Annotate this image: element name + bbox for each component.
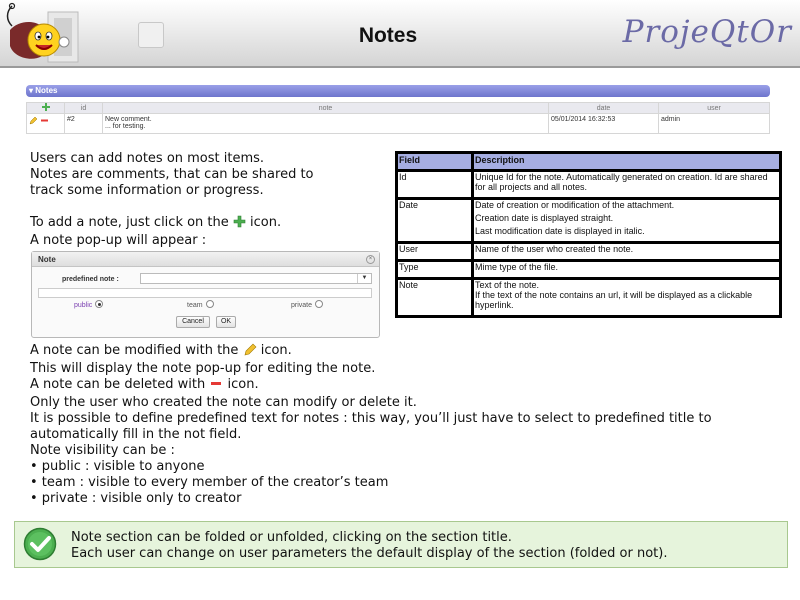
intro-text: Users can add notes on most items. Notes… bbox=[30, 151, 314, 249]
tip-line1: Note section can be folded or unfolded, … bbox=[71, 530, 512, 545]
field-name: Note bbox=[395, 277, 474, 318]
field-name: Type bbox=[395, 259, 474, 280]
add-instruction: To add a note, just click on the icon. bbox=[30, 215, 314, 233]
note-id: #2 bbox=[64, 113, 103, 134]
field-table-header: Field Description bbox=[395, 151, 782, 172]
tip-text: Note section can be folded or unfolded, … bbox=[71, 530, 667, 562]
edit-icon[interactable] bbox=[29, 116, 40, 127]
edit-icon bbox=[243, 343, 257, 361]
radio-private[interactable]: private bbox=[291, 300, 324, 309]
table-row: Id Unique Id for the note. Automatically… bbox=[395, 169, 782, 200]
note-text-field[interactable] bbox=[38, 288, 372, 298]
close-icon[interactable]: × bbox=[366, 255, 375, 264]
notes-table: id note date user #2 New comment. ... fo… bbox=[26, 102, 770, 134]
table-row: Note Text of the note. If the text of th… bbox=[395, 277, 782, 318]
note-text: New comment. ... for testing. bbox=[102, 113, 549, 134]
table-row: #2 New comment. ... for testing. 05/01/2… bbox=[26, 113, 770, 134]
predefined-note-select[interactable]: ▼ bbox=[140, 273, 372, 284]
field-name: Date bbox=[395, 197, 474, 244]
predefined-text-line2: automatically fill in the not field. bbox=[30, 427, 242, 442]
tip-box: Note section can be folded or unfolded, … bbox=[14, 521, 788, 568]
field-description: Unique Id for the note. Automatically ge… bbox=[471, 169, 782, 200]
predefined-note-label: predefined note : bbox=[62, 276, 119, 283]
ok-button[interactable]: OK bbox=[216, 316, 236, 328]
note-text-line1: New comment. bbox=[105, 116, 152, 123]
delete-instruction: A note can be deleted with icon. bbox=[30, 377, 712, 395]
delete-icon[interactable] bbox=[40, 119, 49, 127]
visibility-title: Note visibility can be : bbox=[30, 443, 175, 458]
visibility-public: • public : visible to anyone bbox=[30, 459, 205, 474]
table-row: Type Mime type of the file. bbox=[395, 259, 782, 280]
field-name: User bbox=[395, 241, 474, 262]
note-popup: Note × predefined note : ▼ public team p… bbox=[31, 251, 380, 338]
column-header-id: id bbox=[64, 102, 103, 114]
column-header-date: date bbox=[548, 102, 659, 114]
tip-line2: Each user can change on user parameters … bbox=[71, 546, 668, 561]
display-popup-text: This will display the note pop-up for ed… bbox=[30, 361, 376, 376]
popup-title: Note bbox=[32, 252, 379, 267]
visibility-private: • private : visible only to creator bbox=[30, 491, 242, 506]
intro-line2: Notes are comments, that can be shared t… bbox=[30, 167, 314, 182]
predefined-text-line1: It is possible to define predefined text… bbox=[30, 411, 712, 426]
field-description-table: Field Description Id Unique Id for the n… bbox=[395, 151, 782, 318]
notes-section-title[interactable]: ▾ Notes bbox=[26, 85, 770, 97]
table-row: Date Date of creation or modification of… bbox=[395, 197, 782, 244]
table-row: User Name of the user who created the no… bbox=[395, 241, 782, 262]
header-bar: Notes ProjeQtOr bbox=[0, 0, 800, 68]
chevron-down-icon[interactable]: ▼ bbox=[357, 274, 371, 283]
add-note-header bbox=[26, 102, 65, 114]
radio-team-button[interactable] bbox=[205, 300, 214, 308]
field-description: Mime type of the file. bbox=[471, 259, 782, 280]
checkmark-icon bbox=[23, 527, 57, 561]
note-user: admin bbox=[658, 113, 770, 134]
column-header-note: note bbox=[102, 102, 549, 114]
field-description: Date of creation or modification of the … bbox=[471, 197, 782, 244]
header-field: Field bbox=[395, 151, 474, 172]
add-icon[interactable] bbox=[41, 103, 50, 113]
field-name: Id bbox=[395, 169, 474, 200]
header-description: Description bbox=[471, 151, 782, 172]
body-text: A note can be modified with the icon. Th… bbox=[30, 343, 712, 507]
modify-instruction: A note can be modified with the icon. bbox=[30, 343, 712, 361]
cancel-button[interactable]: Cancel bbox=[176, 316, 210, 328]
field-description: Name of the user who created the note. bbox=[471, 241, 782, 262]
row-actions bbox=[26, 113, 65, 134]
delete-icon bbox=[209, 377, 223, 395]
popup-appear-text: A note pop-up will appear : bbox=[30, 233, 207, 248]
visibility-team: • team : visible to every member of the … bbox=[30, 475, 389, 490]
radio-private-button[interactable] bbox=[315, 300, 324, 308]
brand-name: ProjeQtOr bbox=[622, 14, 792, 50]
radio-team[interactable]: team bbox=[187, 300, 214, 309]
only-user-text: Only the user who created the note can m… bbox=[30, 395, 417, 410]
radio-public-button[interactable] bbox=[95, 300, 104, 308]
column-header-user: user bbox=[658, 102, 770, 114]
note-text-line2: ... for testing. bbox=[105, 123, 146, 130]
intro-line3: track some information or progress. bbox=[30, 183, 264, 198]
radio-public[interactable]: public bbox=[74, 300, 104, 309]
field-description: Text of the note. If the text of the not… bbox=[471, 277, 782, 318]
intro-line1: Users can add notes on most items. bbox=[30, 151, 265, 166]
notes-section: ▾ Notes id note date user #2 New comment… bbox=[26, 85, 770, 134]
notes-table-header: id note date user bbox=[26, 102, 770, 114]
add-icon bbox=[233, 215, 246, 233]
note-date: 05/01/2014 16:32:53 bbox=[548, 113, 659, 134]
